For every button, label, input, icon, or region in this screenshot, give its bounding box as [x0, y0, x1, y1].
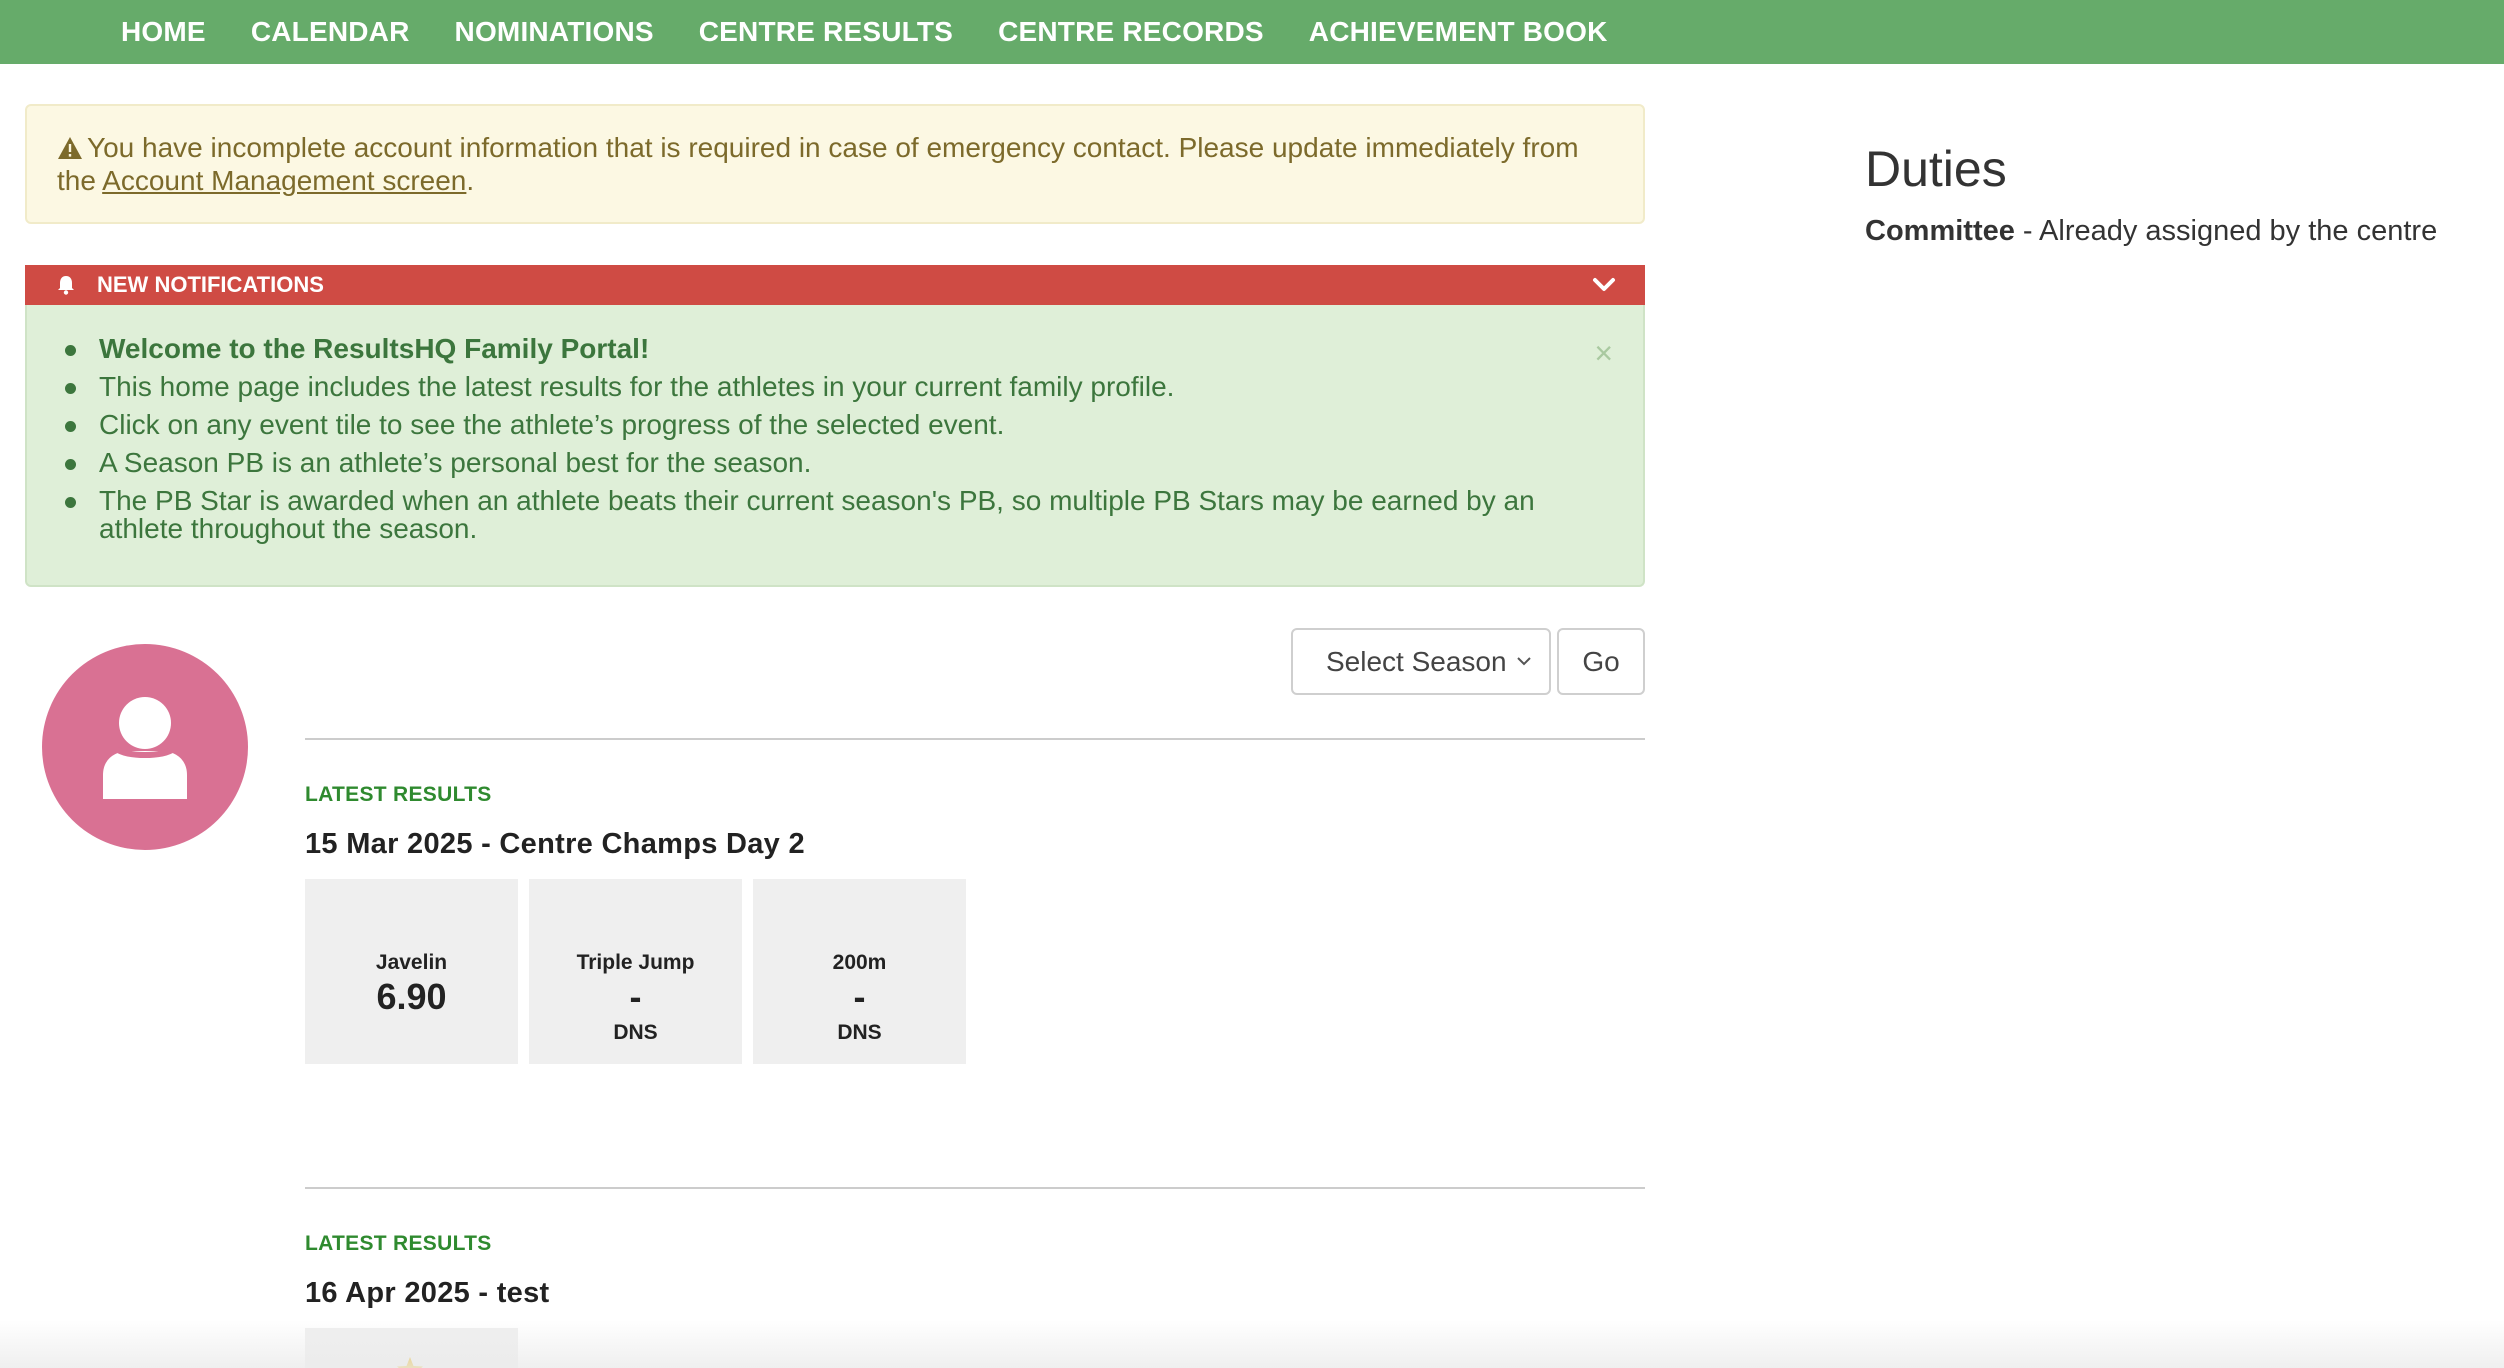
meet-title: 16 Apr 2025 - test	[305, 1277, 550, 1309]
notifications-title: NEW NOTIFICATIONS	[97, 272, 324, 297]
nav-calendar[interactable]: CALENDAR	[251, 16, 410, 48]
account-management-link[interactable]: Account Management screen	[102, 165, 466, 196]
bell-icon	[58, 276, 74, 295]
chevron-down-icon[interactable]	[1591, 272, 1617, 298]
list-item: This home page includes the latest resul…	[59, 373, 1603, 401]
list-item: The PB Star is awarded when an athlete b…	[59, 487, 1603, 543]
chevron-down-icon	[1517, 657, 1531, 666]
section-divider	[305, 738, 1645, 740]
tile-event: Javelin	[375, 951, 448, 974]
nav-centre-records[interactable]: CENTRE RECORDS	[998, 16, 1264, 48]
bottom-fade	[0, 1320, 2504, 1368]
duty-detail: - Already assigned by the centre	[2014, 215, 2438, 247]
event-tile-javelin[interactable]: Javelin 6.90	[305, 879, 518, 1064]
section-divider	[305, 1187, 1645, 1189]
nav-centre-results[interactable]: CENTRE RESULTS	[699, 16, 953, 48]
alert-suffix: .	[466, 165, 475, 196]
latest-results-label: LATEST RESULTS	[305, 1232, 492, 1255]
list-item: A Season PB is an athlete’s personal bes…	[59, 449, 1603, 477]
list-item: Welcome to the ResultsHQ Family Portal!	[59, 335, 1603, 363]
nav-home[interactable]: HOME	[121, 16, 206, 48]
duties-title: Duties	[1865, 141, 2007, 197]
close-icon[interactable]: ×	[1594, 337, 1613, 369]
top-nav: HOME CALENDAR NOMINATIONS CENTRE RESULTS…	[0, 0, 2504, 64]
duty-role: Committee	[1865, 215, 2015, 247]
list-item: Click on any event tile to see the athle…	[59, 411, 1603, 439]
go-button[interactable]: Go	[1557, 628, 1645, 695]
warning-icon	[57, 136, 87, 166]
user-icon	[103, 697, 187, 799]
avatar[interactable]	[42, 644, 248, 850]
incomplete-account-alert: You have incomplete account information …	[25, 104, 1645, 224]
season-select[interactable]: Select Season	[1291, 628, 1551, 695]
notifications-header[interactable]: NEW NOTIFICATIONS	[25, 265, 1645, 305]
latest-results-label: LATEST RESULTS	[305, 783, 492, 806]
nav-achievement-book[interactable]: ACHIEVEMENT BOOK	[1309, 16, 1608, 48]
duty-entry: Committee - Already assigned by the cent…	[1865, 215, 2437, 248]
meet-title: 15 Mar 2025 - Centre Champs Day 2	[305, 828, 805, 860]
notifications-list: Welcome to the ResultsHQ Family Portal! …	[59, 335, 1603, 543]
nav-nominations[interactable]: NOMINATIONS	[455, 16, 654, 48]
season-select-value: Select Season	[1326, 645, 1507, 677]
tile-status: DNS	[613, 1021, 658, 1044]
notifications-panel: Welcome to the ResultsHQ Family Portal! …	[25, 305, 1645, 587]
tile-event: Triple Jump	[576, 951, 695, 974]
tile-event: 200m	[832, 951, 887, 974]
event-tile-triple-jump[interactable]: Triple Jump - DNS	[529, 879, 742, 1064]
tile-status: DNS	[837, 1021, 882, 1044]
event-tile-200m[interactable]: 200m - DNS	[753, 879, 966, 1064]
tile-value: -	[629, 976, 642, 1017]
tile-value: -	[853, 976, 866, 1017]
tile-value: 6.90	[376, 976, 447, 1017]
